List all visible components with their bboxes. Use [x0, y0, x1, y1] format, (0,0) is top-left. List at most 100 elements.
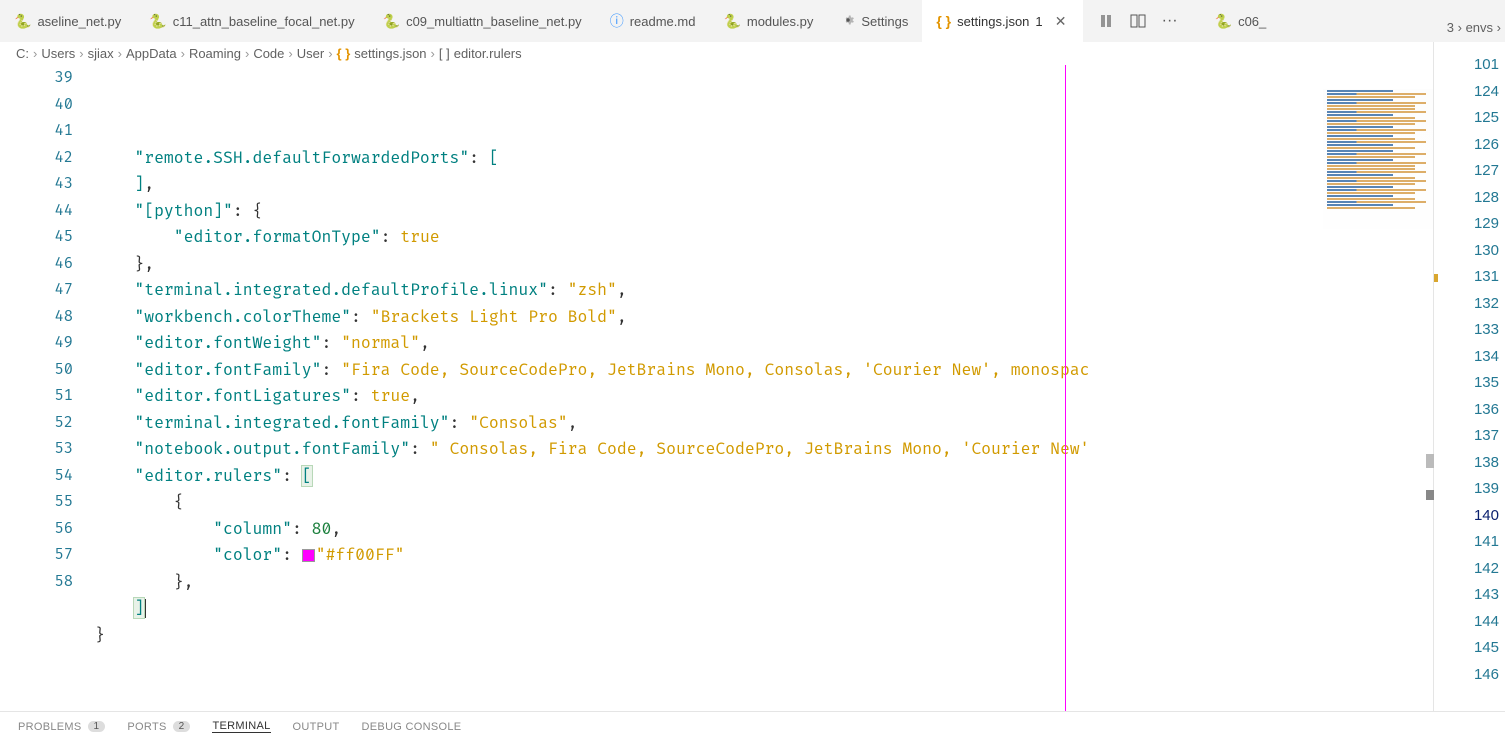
- minimap-line: [1327, 135, 1393, 137]
- tab-label: c09_multiattn_baseline_net.py: [406, 14, 582, 29]
- panel-tab-label: PROBLEMS: [18, 721, 82, 733]
- line-number: 43: [0, 171, 73, 198]
- code-line[interactable]: {: [95, 489, 1433, 516]
- line-number: 51: [0, 383, 73, 410]
- scroll-thumb[interactable]: [1426, 490, 1434, 500]
- line-number: 41: [0, 118, 73, 145]
- minimap-line: [1327, 147, 1415, 149]
- compare-icon[interactable]: [1095, 10, 1117, 32]
- code-line[interactable]: "editor.rulers": [: [95, 463, 1433, 490]
- right-breadcrumb[interactable]: 3 › envs ›: [1447, 20, 1501, 35]
- code-line[interactable]: ]: [95, 595, 1433, 622]
- breadcrumb-segment[interactable]: C:: [16, 46, 29, 61]
- python-icon: 🐍: [1215, 13, 1232, 30]
- minimap-line: [1327, 153, 1426, 155]
- panel-tab-problems[interactable]: PROBLEMS 1: [18, 721, 105, 733]
- line-gutter: 3940414243444546474849505152535455565758: [0, 65, 95, 711]
- code-line[interactable]: "workbench.colorTheme": "Brackets Light …: [95, 304, 1433, 331]
- code-line[interactable]: "color": "#ff00FF": [95, 542, 1433, 569]
- code-line[interactable]: "editor.fontWeight": "normal",: [95, 330, 1433, 357]
- code-line[interactable]: "column": 80,: [95, 516, 1433, 543]
- tab-0[interactable]: 🐍 aseline_net.py: [0, 0, 135, 42]
- breadcrumb-segment[interactable]: Users: [41, 46, 75, 61]
- minimap-line: [1327, 198, 1415, 200]
- line-number: 130: [1474, 238, 1499, 265]
- tab-label: readme.md: [630, 14, 696, 29]
- line-number: 136: [1474, 397, 1499, 424]
- breadcrumb-segment[interactable]: sjiax: [88, 46, 114, 61]
- code-line[interactable]: "[python]": {: [95, 198, 1433, 225]
- code-line[interactable]: },: [95, 569, 1433, 596]
- scroll-thumb[interactable]: [1426, 454, 1434, 468]
- tab-5[interactable]: Settings: [827, 0, 922, 42]
- breadcrumb-segment[interactable]: AppData: [126, 46, 177, 61]
- color-swatch[interactable]: [302, 549, 315, 562]
- panel-tab-label: DEBUG CONSOLE: [362, 721, 462, 733]
- line-number: 55: [0, 489, 73, 516]
- editor-left: C:›Users›sjiax›AppData›Roaming›Code›User…: [0, 42, 1433, 711]
- code-content[interactable]: "remote.SSH.defaultForwardedPorts": [ ],…: [95, 65, 1433, 711]
- line-number: 141: [1474, 529, 1499, 556]
- code-line[interactable]: }: [95, 622, 1433, 649]
- minimap-line: [1327, 195, 1393, 197]
- code-line[interactable]: "terminal.integrated.fontFamily": "Conso…: [95, 410, 1433, 437]
- text-cursor: [144, 599, 146, 618]
- minimap-line: [1327, 174, 1393, 176]
- panel-tab-output[interactable]: OUTPUT: [293, 721, 340, 733]
- minimap-line: [1327, 189, 1426, 191]
- tab-1[interactable]: 🐍 c11_attn_baseline_focal_net.py: [135, 0, 368, 42]
- code-line[interactable]: ],: [95, 171, 1433, 198]
- line-number: 144: [1474, 609, 1499, 636]
- line-number: 46: [0, 251, 73, 278]
- code-line[interactable]: "editor.fontLigatures": true,: [95, 383, 1433, 410]
- panel-tab-debug console[interactable]: DEBUG CONSOLE: [362, 721, 462, 733]
- breadcrumb-symbol[interactable]: editor.rulers: [454, 46, 522, 61]
- tab-7[interactable]: 🐍 c06_: [1201, 0, 1281, 42]
- line-number: 49: [0, 330, 73, 357]
- breadcrumb[interactable]: C:›Users›sjiax›AppData›Roaming›Code›User…: [0, 42, 1433, 65]
- tab-4[interactable]: 🐍 modules.py: [709, 0, 827, 42]
- editor-ruler: [1065, 65, 1066, 711]
- minimap[interactable]: [1323, 89, 1433, 229]
- line-number: 53: [0, 436, 73, 463]
- line-number: 139: [1474, 476, 1499, 503]
- breadcrumb-file[interactable]: settings.json: [354, 46, 426, 61]
- panel-tab-ports[interactable]: PORTS 2: [127, 721, 190, 733]
- code-line[interactable]: "editor.formatOnType": true: [95, 224, 1433, 251]
- panel-tab-label: TERMINAL: [212, 720, 270, 732]
- code-editor[interactable]: 3940414243444546474849505152535455565758…: [0, 65, 1433, 711]
- line-number: 131: [1474, 264, 1499, 291]
- minimap-line: [1327, 165, 1415, 167]
- minimap-line: [1327, 207, 1415, 209]
- code-line[interactable]: "remote.SSH.defaultForwardedPorts": [: [95, 145, 1433, 172]
- json-icon: { }: [936, 13, 951, 29]
- minimap-line: [1327, 99, 1393, 101]
- code-line[interactable]: "terminal.integrated.defaultProfile.linu…: [95, 277, 1433, 304]
- code-line[interactable]: },: [95, 251, 1433, 278]
- close-icon[interactable]: ✕: [1053, 13, 1069, 29]
- breadcrumb-segment[interactable]: Roaming: [189, 46, 241, 61]
- bottom-panel: PROBLEMS 1 PORTS 2 TERMINAL OUTPUT DEBUG…: [0, 711, 1505, 741]
- split-icon[interactable]: [1127, 10, 1149, 32]
- code-line[interactable]: "notebook.output.fontFamily": " Consolas…: [95, 436, 1433, 463]
- tab-6[interactable]: { } settings.json 1 ✕: [922, 0, 1082, 42]
- line-number: 132: [1474, 291, 1499, 318]
- minimap-line: [1327, 114, 1393, 116]
- more-icon[interactable]: ···: [1159, 10, 1181, 32]
- line-number: 124: [1474, 79, 1499, 106]
- breadcrumb-segment[interactable]: User: [297, 46, 324, 61]
- minimap-line: [1327, 108, 1415, 110]
- minimap-line: [1327, 96, 1415, 98]
- tab-label: settings.json: [957, 14, 1029, 29]
- tab-label: Settings: [861, 14, 908, 29]
- tab-2[interactable]: 🐍 c09_multiattn_baseline_net.py: [369, 0, 596, 42]
- minimap-line: [1327, 123, 1415, 125]
- minimap-line: [1327, 120, 1426, 122]
- panel-tab-terminal[interactable]: TERMINAL: [212, 720, 270, 733]
- code-line[interactable]: "editor.fontFamily": "Fira Code, SourceC…: [95, 357, 1433, 384]
- breadcrumb-segment[interactable]: Code: [253, 46, 284, 61]
- line-number: 50: [0, 357, 73, 384]
- python-icon: 🐍: [149, 13, 166, 30]
- tab-3[interactable]: ⓘ readme.md: [596, 0, 710, 42]
- minimap-line: [1327, 126, 1393, 128]
